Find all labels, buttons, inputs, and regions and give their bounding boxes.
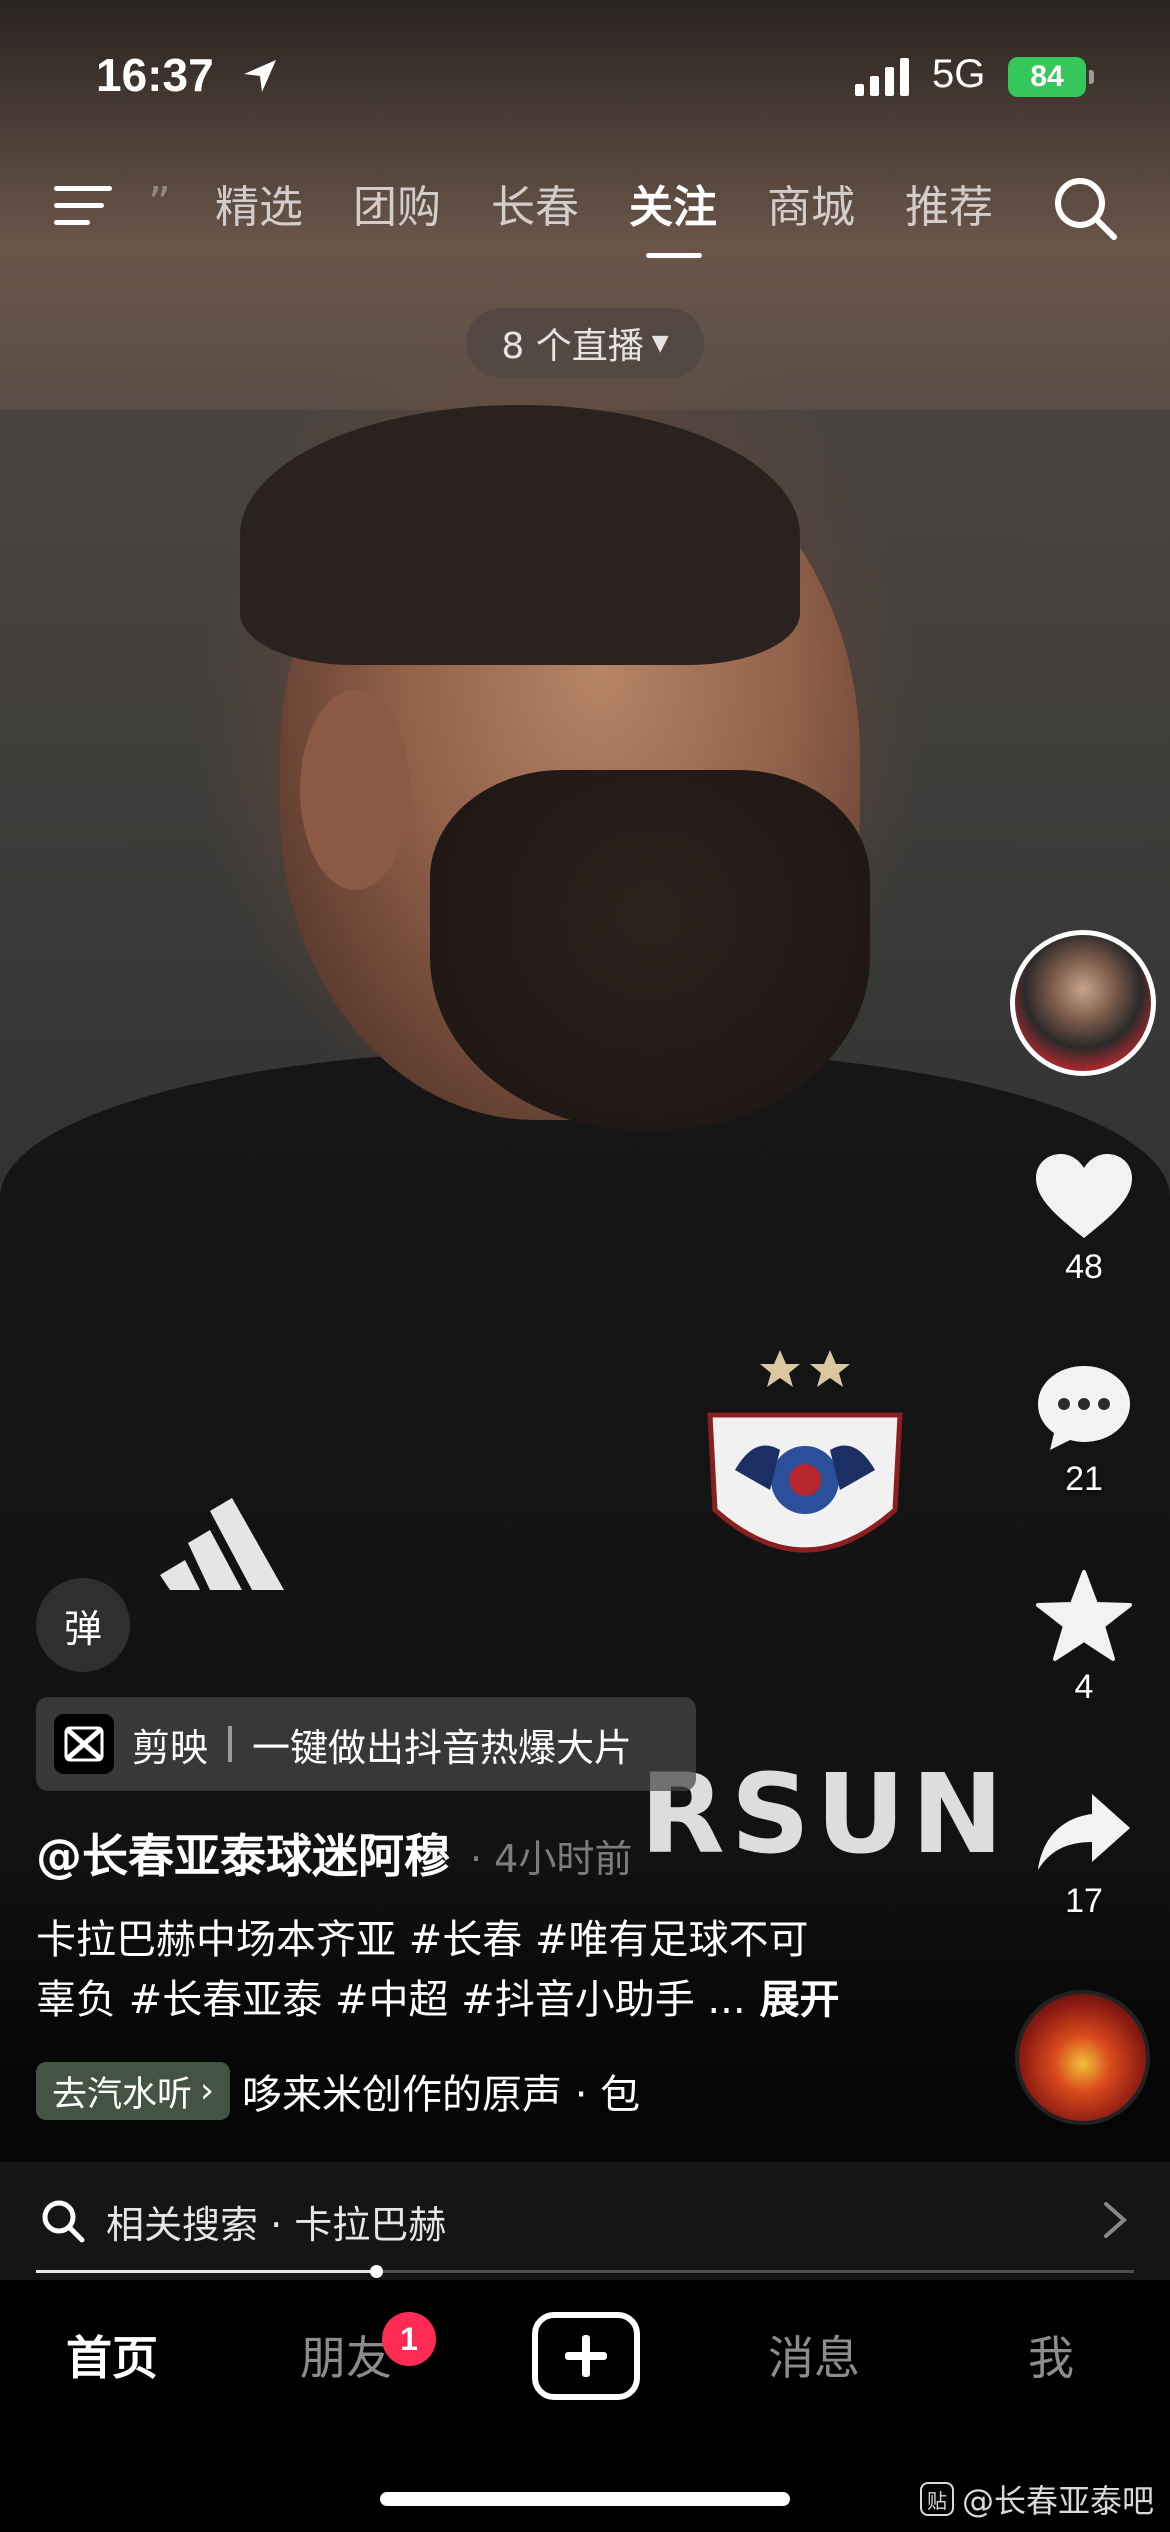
watermark: 贴 @长春亚泰吧 (920, 2476, 1154, 2522)
author-name[interactable]: @长春亚泰球迷阿穆 (36, 1820, 450, 1886)
comment-icon (1038, 1366, 1130, 1450)
video-progress-fill (36, 2270, 377, 2273)
club-crest (707, 1350, 903, 1553)
top-tabs: 精选 团购 长春 关注 商城 推荐 (190, 168, 1018, 258)
chevron-right-icon (1104, 2202, 1128, 2238)
video-player-ear (300, 690, 410, 890)
tabbar-friends[interactable]: 朋友 (300, 2322, 392, 2388)
tab-city[interactable]: 长春 (466, 168, 604, 248)
network-label: 5G (932, 52, 986, 96)
description-line-2-wrap: 辜负 #长春亚泰 #中超 #抖音小助手 ... 展开 (36, 1970, 986, 2030)
battery-tip (1089, 70, 1094, 84)
adidas-logo (160, 1498, 284, 1590)
tab-mall[interactable]: 商城 (742, 168, 880, 248)
tab-group-buy[interactable]: 团购 (328, 168, 466, 248)
location-arrow-icon (244, 60, 276, 92)
comment-button[interactable]: 21 (1030, 1362, 1138, 1499)
capcut-banner[interactable]: 剪映 一键做出抖音热爆大片 (36, 1697, 696, 1791)
expand-button[interactable]: 展开 (760, 1977, 840, 2023)
star-icon (1036, 1570, 1132, 1661)
share-button[interactable]: 17 (1030, 1790, 1138, 1921)
live-count-label: 8 个直播 (501, 326, 644, 367)
music-title[interactable]: 哆来米创作的原声 · 包 (242, 2062, 640, 2120)
tabbar-home[interactable]: 首页 (66, 2322, 158, 2388)
search-icon[interactable] (1052, 175, 1118, 241)
battery-icon: 84 (1008, 57, 1086, 97)
tab-recommend[interactable]: 推荐 (880, 168, 1018, 248)
hidden-tab-glyph: ” (148, 178, 171, 229)
tab-featured[interactable]: 精选 (190, 168, 328, 248)
author-avatar[interactable] (1010, 930, 1156, 1076)
post-time: · 4小时前 (470, 1837, 633, 1881)
chevron-right-icon: › (200, 2071, 215, 2111)
signal-icon (855, 58, 909, 96)
author-line: @长春亚泰球迷阿穆 · 4小时前 (36, 1820, 632, 1886)
video-player-hair (240, 405, 800, 665)
capcut-logo-icon (54, 1714, 114, 1774)
video-progress-bar[interactable] (36, 2265, 1134, 2278)
plus-icon (565, 2335, 607, 2377)
listen-label: 去汽水听 (52, 2074, 193, 2115)
related-search-bar[interactable]: 相关搜索 · 卡拉巴赫 (0, 2162, 1170, 2280)
status-bar: 16:37 5G 84 (0, 0, 1170, 150)
heart-icon (1036, 1154, 1132, 1238)
comment-count: 21 (1065, 1460, 1103, 1498)
music-row: 去汽水听 › 哆来米创作的原声 · 包 (36, 2062, 640, 2120)
video-player-beard (430, 770, 870, 1130)
danmu-label: 弹 (63, 1606, 102, 1651)
caret-down-icon: ▼ (651, 330, 669, 356)
create-post-button[interactable] (532, 2312, 640, 2400)
favorite-count: 4 (1074, 1668, 1094, 1706)
tabbar-messages[interactable]: 消息 (768, 2322, 860, 2388)
tab-following[interactable]: 关注 (604, 168, 742, 258)
share-count: 17 (1065, 1882, 1103, 1920)
like-button[interactable]: 48 (1030, 1152, 1138, 1287)
post-description[interactable]: 卡拉巴赫中场本齐亚 #长春 #唯有足球不可 辜负 #长春亚泰 #中超 #抖音小助… (36, 1910, 986, 2030)
danmu-toggle-button[interactable]: 弹 (36, 1578, 130, 1672)
home-indicator (380, 2492, 790, 2506)
tabbar-me[interactable]: 我 (1028, 2322, 1074, 2388)
description-line-2: 辜负 #长春亚泰 #中超 #抖音小助手 ... (36, 1977, 746, 2023)
tieba-logo-icon: 贴 (920, 2482, 954, 2516)
status-time: 16:37 (96, 49, 214, 101)
menu-icon[interactable] (52, 180, 114, 232)
capcut-slogan: 一键做出抖音热爆大片 (252, 1725, 633, 1770)
like-count: 48 (1065, 1248, 1103, 1286)
favorite-button[interactable]: 4 (1030, 1570, 1138, 1707)
share-arrow-icon (1038, 1794, 1130, 1870)
battery-level: 84 (1030, 60, 1064, 93)
search-icon-small (42, 2200, 85, 2243)
related-search-label: 相关搜索 · 卡拉巴赫 (106, 2202, 447, 2247)
listen-on-qishui-button[interactable]: 去汽水听 › (36, 2062, 231, 2120)
music-disc[interactable] (1015, 1990, 1150, 2125)
capcut-name: 剪映 (132, 1725, 209, 1770)
friends-badge: 1 (382, 2312, 436, 2366)
live-count-pill[interactable]: 8 个直播 ▼ (466, 308, 704, 378)
capcut-separator (228, 1726, 233, 1762)
description-line-1: 卡拉巴赫中场本齐亚 #长春 #唯有足球不可 (36, 1917, 809, 1963)
watermark-label: @长春亚泰吧 (962, 2482, 1155, 2520)
